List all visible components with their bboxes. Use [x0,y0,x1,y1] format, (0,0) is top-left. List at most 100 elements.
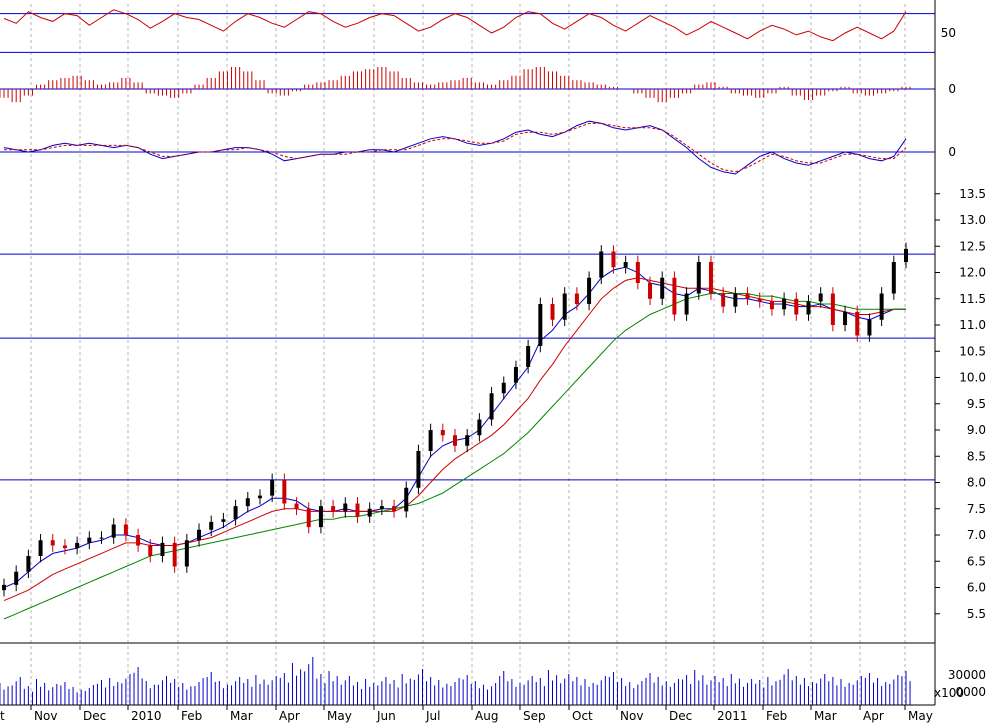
price-tick-label: 12.5 [959,239,986,253]
candle-up [233,506,238,520]
price-tick-label: 13.5 [959,187,986,201]
price-tick-label: 6.5 [967,554,986,568]
candle-up [599,251,604,278]
x-tick-label: Apr [863,709,884,723]
candle-up [489,393,494,420]
candle-up [38,540,43,556]
candle-down [148,545,153,556]
candle-up [501,382,506,394]
candle-down [708,262,713,294]
x-tick-label: Oct [572,709,593,723]
candle-down [672,277,677,315]
ma-slow-line [3,293,906,620]
candle-down [392,506,397,512]
candle-up [843,311,848,325]
candle-down [794,298,799,315]
stock-chart: 50 0 0 5.5 6.0 6.5 7.0 7.5 8.0 8.5 9.0 9.5 10.0 10… [0,0,986,723]
candle-down [123,524,128,535]
candle-down [331,506,336,512]
candle-up [221,519,226,522]
candle-up [257,495,262,499]
x-tick-label: Mar [814,709,837,723]
price-tick-label: 10.0 [959,371,986,385]
price-tick-label: 11.5 [959,292,986,306]
x-tick-label: 2010 [131,709,162,723]
x-tick-label: Mar [230,709,253,723]
candle-down [769,301,774,310]
candle-down [306,508,311,528]
candle-up [526,346,531,367]
candle-up [623,262,628,268]
candle-up [209,521,214,530]
candle-down [440,430,445,436]
candle-down [50,540,55,546]
candle-down [648,283,653,299]
x-tick-label: Dec [669,709,692,723]
candle-up [343,503,348,512]
x-tick-label: Jun [376,709,396,723]
histogram-tick-label: 0 [948,82,956,96]
candle-up [87,537,92,543]
candle-up [806,301,811,315]
price-tick-label: 8.0 [967,476,986,490]
candle-down [830,293,835,325]
candle-up [660,277,665,299]
x-axis: t Nov Dec 2010 Feb Mar Apr May Jun Jul Aug Sep Oct No… [0,704,935,723]
candle-up [318,506,323,528]
candle-up [538,304,543,346]
volume-panel: 300000000x100 [0,642,986,705]
histogram-panel: 0 [0,67,956,103]
rsi-line [3,9,907,42]
candle-up [477,419,482,436]
candle-up [75,542,80,549]
rsi-tick-label: 50 [941,26,956,40]
candle-up [379,506,384,509]
x-tick-label: Apr [279,709,300,723]
candle-up [904,248,908,262]
macd-tick-label: 0 [948,145,956,159]
candle-down [745,293,750,299]
candle-up [14,571,19,585]
candle-down [574,293,579,304]
candle-up [2,584,6,591]
candle-up [367,508,372,517]
candle-down [355,503,360,517]
macd-signal-line [4,122,907,173]
candle-up [416,451,421,488]
x-tick-label: Nov [34,709,57,723]
candle-up [818,293,823,302]
x-tick-label: May [908,709,933,723]
x-tick-label: Feb [181,709,202,723]
chart-window: 50 0 0 5.5 6.0 6.5 7.0 7.5 8.0 8.5 9.0 9.5 10.0 10… [0,0,990,723]
price-tick-label: 9.5 [967,397,986,411]
candle-down [453,435,457,446]
x-tick-label: May [327,709,352,723]
candle-up [111,524,116,538]
candle-down [721,293,726,307]
rsi-panel: 50 [0,9,956,53]
candle-up [465,435,470,446]
x-tick-label: Sep [523,709,546,723]
candle-up [404,487,409,512]
candle-up [428,430,433,451]
candle-up [562,293,567,320]
candle-up [245,498,250,507]
price-tick-label: 8.5 [967,449,986,463]
price-tick-label: 10.5 [959,344,986,358]
candle-down [550,304,555,320]
x-axis-partial-label: t [0,709,5,723]
candle-up [99,537,104,539]
candle-down [635,262,640,283]
price-panel: 5.5 6.0 6.5 7.0 7.5 8.0 8.5 9.0 9.5 10.0 10.5 11.0 1… [0,187,986,621]
candle-down [172,542,177,567]
candle-down [611,251,616,268]
candle-down [855,311,860,336]
x-tick-label: Dec [83,709,106,723]
price-tick-label: 9.0 [967,423,986,437]
x-tick-label: Feb [766,709,787,723]
price-tick-label: 5.5 [967,607,986,621]
candle-up [733,293,738,307]
x-tick-label: Aug [475,709,498,723]
candle-up [197,529,202,541]
candle-up [184,540,189,567]
